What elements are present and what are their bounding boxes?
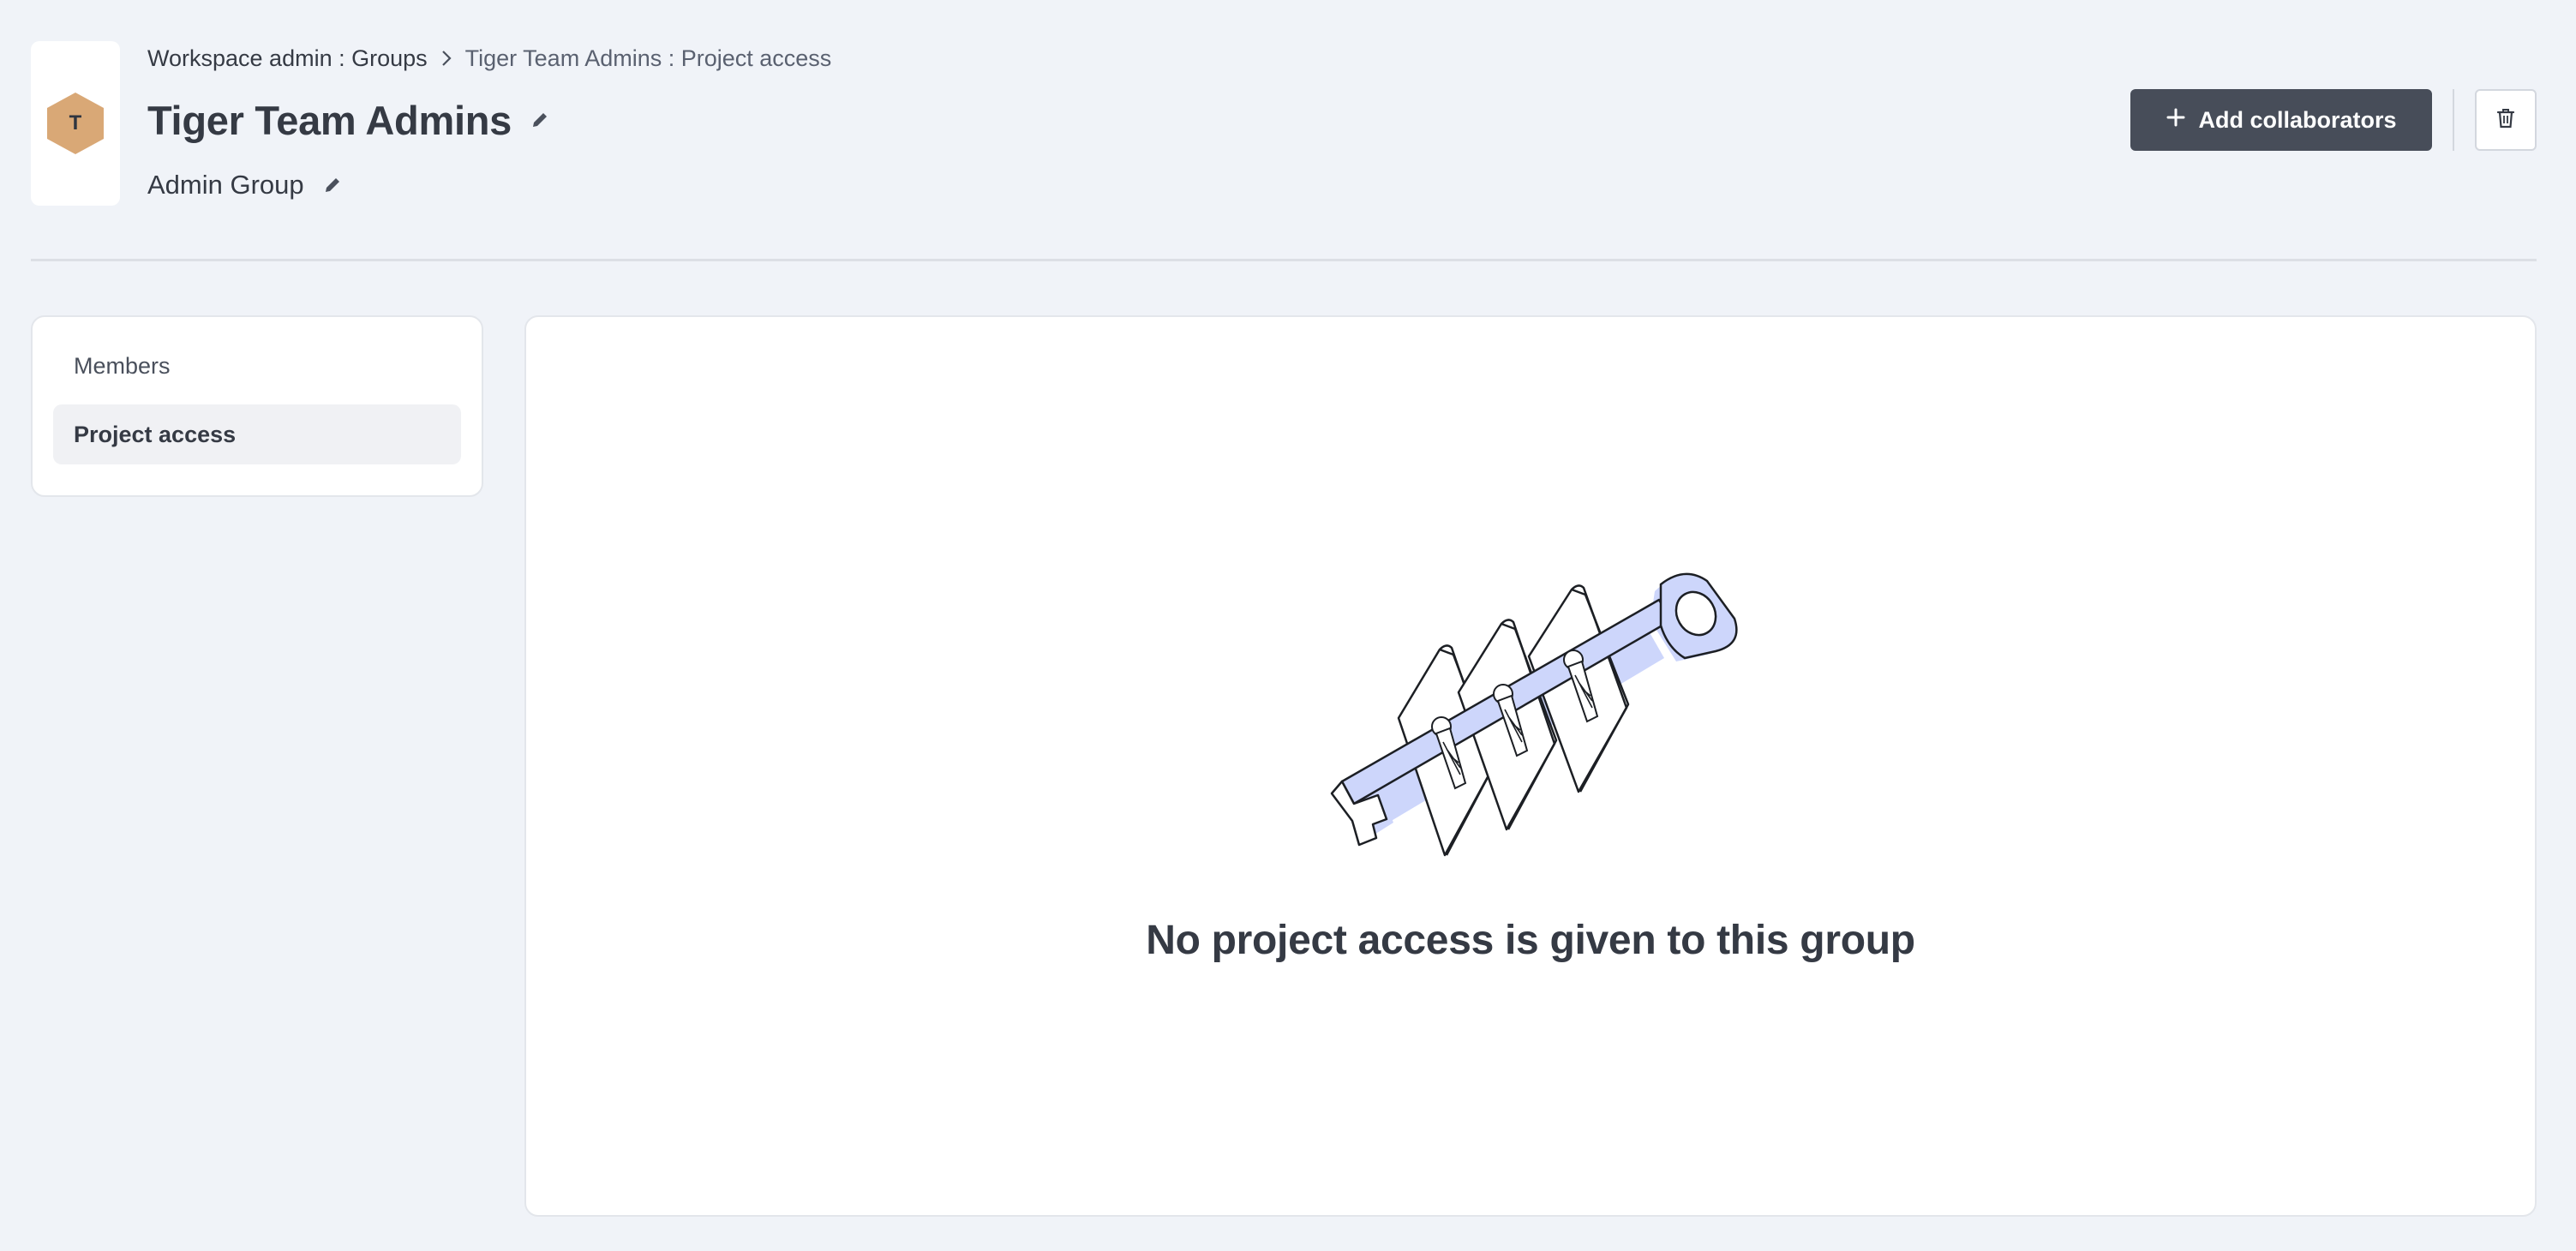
trash-icon <box>2495 107 2516 134</box>
title-row: Tiger Team Admins <box>147 93 551 147</box>
breadcrumb-groups-link[interactable]: Workspace admin : Groups <box>147 45 428 72</box>
header-divider <box>31 259 2537 261</box>
edit-name-pencil-icon[interactable] <box>529 109 551 131</box>
page: T Workspace admin : Groups Tiger Team Ad… <box>0 0 2576 1251</box>
nav-item-members[interactable]: Members <box>53 336 461 396</box>
subtitle-row: Admin Group <box>147 166 344 204</box>
page-title: Tiger Team Admins <box>147 97 512 143</box>
avatar-initial: T <box>69 111 82 135</box>
breadcrumb-current: Tiger Team Admins : Project access <box>464 45 832 71</box>
breadcrumb: Workspace admin : Groups Tiger Team Admi… <box>147 45 831 72</box>
nav-item-label: Project access <box>74 421 237 447</box>
nav-item-project-access[interactable]: Project access <box>53 404 461 464</box>
add-collaborators-label: Add collaborators <box>2198 106 2397 133</box>
section-nav: Members Project access <box>31 315 483 497</box>
nav-item-label: Members <box>74 352 171 379</box>
group-description: Admin Group <box>147 170 304 200</box>
add-collaborators-button[interactable]: Add collaborators <box>2130 89 2432 151</box>
edit-description-pencil-icon[interactable] <box>321 174 344 196</box>
project-access-panel: No project access is given to this group <box>524 315 2537 1217</box>
key-through-locks-icon <box>1325 566 1753 874</box>
plus-icon <box>2166 107 2186 134</box>
group-avatar-card: T <box>31 41 120 206</box>
group-avatar: T <box>47 93 104 154</box>
empty-state-message: No project access is given to this group <box>1146 918 1915 963</box>
chevron-right-icon <box>440 49 453 68</box>
delete-group-button[interactable] <box>2475 89 2537 151</box>
actions-divider <box>2453 89 2454 151</box>
